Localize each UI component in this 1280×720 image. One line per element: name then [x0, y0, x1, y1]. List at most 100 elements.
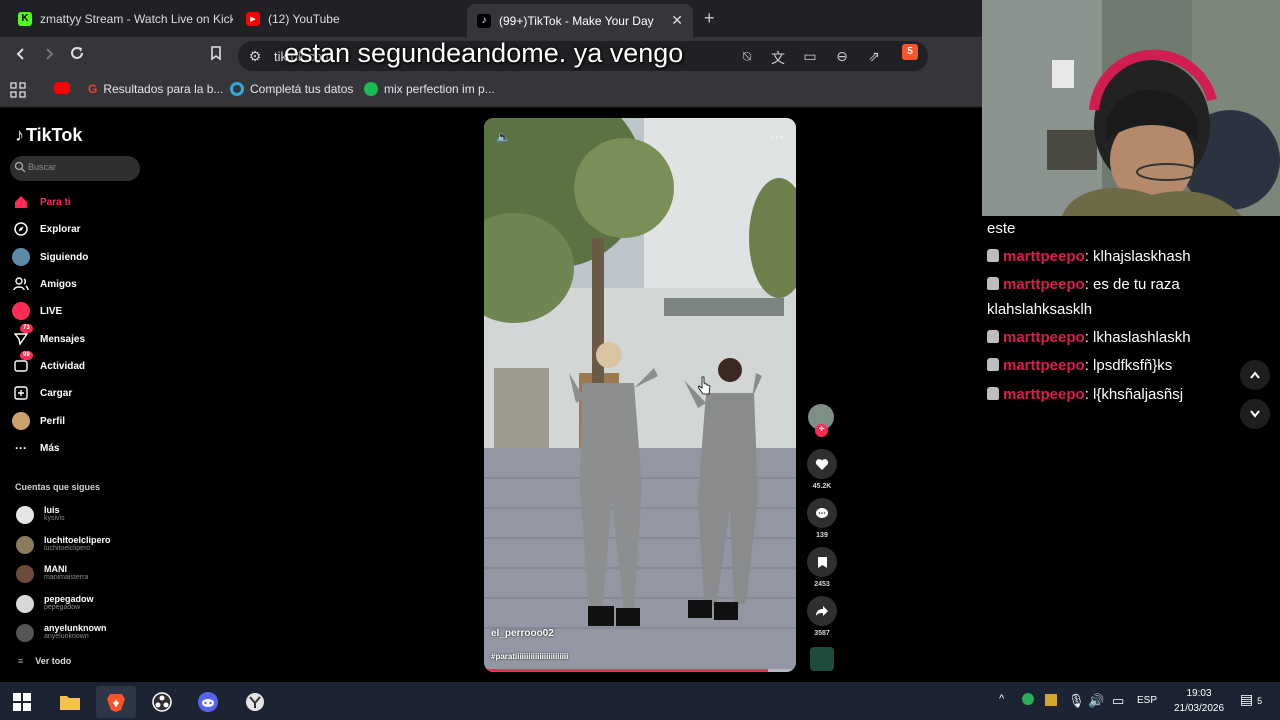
windows-logo-icon [13, 693, 31, 711]
taskbar-discord[interactable] [188, 686, 228, 718]
sidebar-item-para-ti[interactable]: Para ti [12, 192, 152, 212]
notification-center-button[interactable]: ▤ 5 [1240, 691, 1262, 708]
taskbar-clock[interactable]: 19:03 21/03/2026 [1168, 686, 1230, 716]
sidebar-item-live[interactable]: LIVE [12, 301, 152, 321]
forward-button[interactable] [38, 45, 60, 66]
see-all-button[interactable]: ≡ Ver todo [18, 656, 71, 666]
account-handle: anyelunknown [44, 633, 89, 640]
following-account[interactable]: anyelunknown anyelunknown [16, 622, 146, 644]
tab-tiktok[interactable]: ♪ (99+)TikTok - Make Your Day ✕ [467, 4, 693, 37]
chat-username[interactable]: marttpeepo [1003, 357, 1085, 374]
sidebar-item-mensajes[interactable]: 73 Mensajes [12, 324, 152, 349]
tray-green-dot-icon[interactable] [1022, 693, 1034, 708]
sidebar-item-label: Explorar [40, 223, 81, 235]
chat-username[interactable]: marttpeepo [1003, 329, 1085, 346]
chat-username[interactable]: marttpeepo [1003, 386, 1085, 403]
video-progress-fill [484, 669, 768, 672]
video-username[interactable]: el_perrooo02 [491, 628, 554, 639]
volume-icon[interactable]: 🔈 [496, 130, 511, 144]
taskbar-file-explorer[interactable] [50, 686, 90, 718]
bookmark-resultados[interactable]: G Resultados para la b... [88, 82, 223, 96]
new-tab-button[interactable]: + [704, 8, 715, 29]
start-button[interactable] [2, 686, 42, 718]
apps-button[interactable] [10, 82, 26, 98]
zoom-icon[interactable]: ⊖ [833, 48, 851, 65]
chat-username[interactable]: marttpeepo [1003, 248, 1085, 265]
chat-badge-icon [987, 358, 999, 371]
kick-icon: K [18, 11, 32, 26]
video-player[interactable]: 🔈 ··· el_perrooo02 #paratiiiiiiiiiiiiiii… [484, 118, 796, 672]
reader-mode-icon[interactable]: ⍉ [738, 48, 756, 65]
bookmark-button[interactable] [205, 45, 227, 66]
following-account[interactable]: pepegadow pepegadow [16, 593, 146, 615]
sidebar-item-explorar[interactable]: Explorar [12, 219, 152, 239]
bookmark-label: Completá tus datos [250, 82, 354, 96]
bookmark-label: mix perfection im p... [384, 82, 495, 96]
apps-grid-icon [10, 82, 26, 98]
share-button[interactable] [807, 596, 837, 626]
tray-chevron-icon[interactable]: ^ [999, 693, 1004, 705]
reload-button[interactable] [66, 45, 88, 66]
music-disc-icon[interactable] [810, 647, 834, 671]
friends-icon [12, 275, 30, 293]
taskbar-brave[interactable] [96, 686, 136, 718]
language-indicator[interactable]: ESP [1137, 695, 1157, 706]
chat-text: : lpsdfksfñ}ks [1084, 357, 1173, 374]
sidebar-item-cargar[interactable]: Cargar [12, 383, 152, 403]
more-options-icon[interactable]: ··· [770, 128, 784, 144]
comment-button[interactable] [807, 498, 837, 528]
network-icon[interactable]: ▭ [1112, 693, 1124, 709]
video-hashtag[interactable]: #paratiiiiiiiiiiiiiiiiiiiiiiii [491, 652, 568, 661]
site-settings-icon[interactable]: ⚙ [246, 48, 264, 65]
likes-count: 45.2K [812, 483, 832, 490]
back-button[interactable] [10, 45, 32, 66]
following-account[interactable]: luis kysivis [16, 504, 146, 526]
video-progress-bar[interactable] [484, 669, 796, 672]
following-account[interactable]: luchitoelclipero luchitoelclipero [16, 534, 146, 556]
messages-icon: 73 [12, 324, 33, 348]
sidebar-item-siguiendo[interactable]: Siguiendo [12, 247, 152, 267]
bookmark-spotify[interactable]: mix perfection im p... [364, 82, 495, 96]
stream-caption: estan segundeandome. ya vengo [284, 38, 684, 68]
tray-app-icon[interactable] [1044, 693, 1058, 710]
obs-icon [152, 692, 172, 712]
brave-shields-icon[interactable]: 5 [902, 44, 918, 60]
taskbar-obs[interactable] [142, 686, 182, 718]
tiktok-logo[interactable]: ♪ TikTok [15, 125, 82, 146]
cast-icon[interactable]: ▭ [801, 48, 819, 65]
bookmark-youtube[interactable] [54, 82, 76, 94]
sidebar-item-actividad[interactable]: 99 Actividad [12, 351, 152, 376]
follow-plus-button[interactable]: + [815, 424, 828, 437]
search-input[interactable]: Buscar [10, 156, 140, 181]
shares-count: 3587 [814, 630, 830, 637]
save-button[interactable] [807, 547, 837, 577]
stream-chat: este marttpeepo: klhajslaskhash marttpee… [982, 216, 1280, 682]
chat-badge-icon [987, 277, 999, 290]
avatar [16, 595, 34, 613]
taskbar-app[interactable] [235, 686, 275, 718]
scroll-down-button[interactable] [1240, 399, 1270, 429]
sidebar-item-label: Perfil [40, 415, 66, 427]
volume-tray-icon[interactable]: 🔊 [1088, 693, 1104, 709]
like-button[interactable] [807, 449, 837, 479]
translate-icon[interactable]: 文 [769, 48, 787, 68]
microphone-icon[interactable]: 🎙 [1068, 693, 1085, 709]
account-name: anyelunknown [44, 623, 107, 633]
sidebar-item-perfil[interactable]: Perfil [12, 411, 152, 431]
account-name: luis [44, 505, 60, 515]
tab-youtube[interactable]: ▶ (12) YouTube [236, 4, 461, 33]
comment-icon [816, 507, 828, 518]
sidebar-item-label: Amigos [40, 278, 77, 290]
notification-icon: ▤ [1240, 691, 1254, 707]
sidebar-item-amigos[interactable]: Amigos [12, 274, 152, 294]
bookmark-completa[interactable]: Completá tus datos [230, 82, 353, 96]
sidebar-item-label: Para ti [40, 196, 71, 208]
following-account[interactable]: MANI manimaisterra [16, 563, 146, 585]
sidebar-item-mas[interactable]: ··· Más [12, 438, 152, 458]
compass-icon [12, 220, 30, 238]
chat-username[interactable]: marttpeepo [1003, 276, 1085, 293]
tab-kick[interactable]: K zmattyy Stream - Watch Live on Kick [8, 4, 233, 33]
close-tab-icon[interactable]: ✕ [671, 12, 683, 29]
share-icon[interactable]: ⇗ [865, 48, 883, 65]
scroll-up-button[interactable] [1240, 360, 1270, 390]
